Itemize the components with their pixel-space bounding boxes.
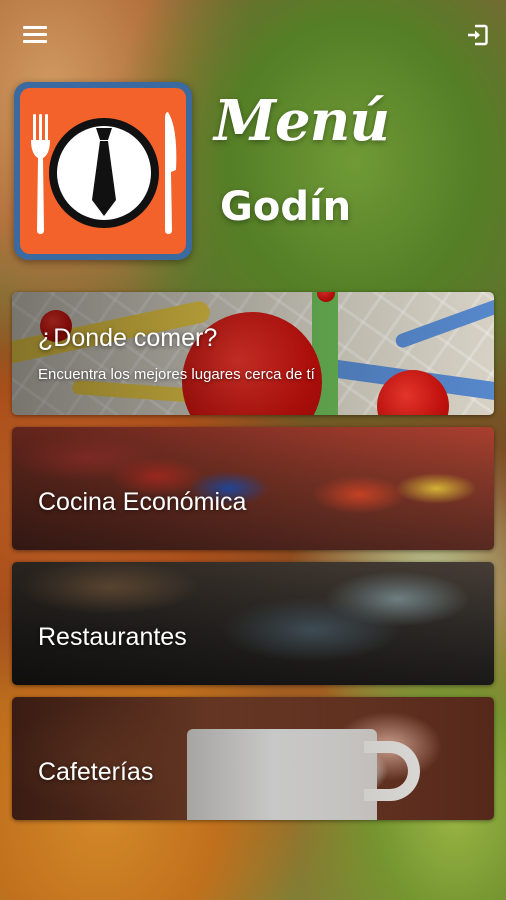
- top-bar: [0, 0, 506, 70]
- category-list: ¿Donde comer? Encuentra los mejores luga…: [12, 292, 494, 832]
- category-title: Cocina Económica: [38, 488, 247, 516]
- category-card-cafeterias[interactable]: Cafeterías: [12, 697, 494, 820]
- hamburger-icon[interactable]: [23, 26, 47, 44]
- category-title: Cafeterías: [38, 758, 154, 786]
- category-title: ¿Donde comer?: [38, 324, 218, 352]
- plate-fork-knife-tie-icon: [20, 88, 186, 254]
- category-title: Restaurantes: [38, 623, 187, 651]
- category-card-restaurantes[interactable]: Restaurantes: [12, 562, 494, 685]
- brand-name: Godín: [220, 184, 352, 230]
- brand-script-title: Menú: [214, 88, 390, 154]
- card-overlay: [12, 292, 494, 415]
- category-subtitle: Encuentra los mejores lugares cerca de t…: [38, 366, 315, 383]
- app-logo: [14, 82, 192, 260]
- logout-icon[interactable]: [466, 24, 488, 46]
- category-card-donde-comer[interactable]: ¿Donde comer? Encuentra los mejores luga…: [12, 292, 494, 415]
- category-card-cocina-economica[interactable]: Cocina Económica: [12, 427, 494, 550]
